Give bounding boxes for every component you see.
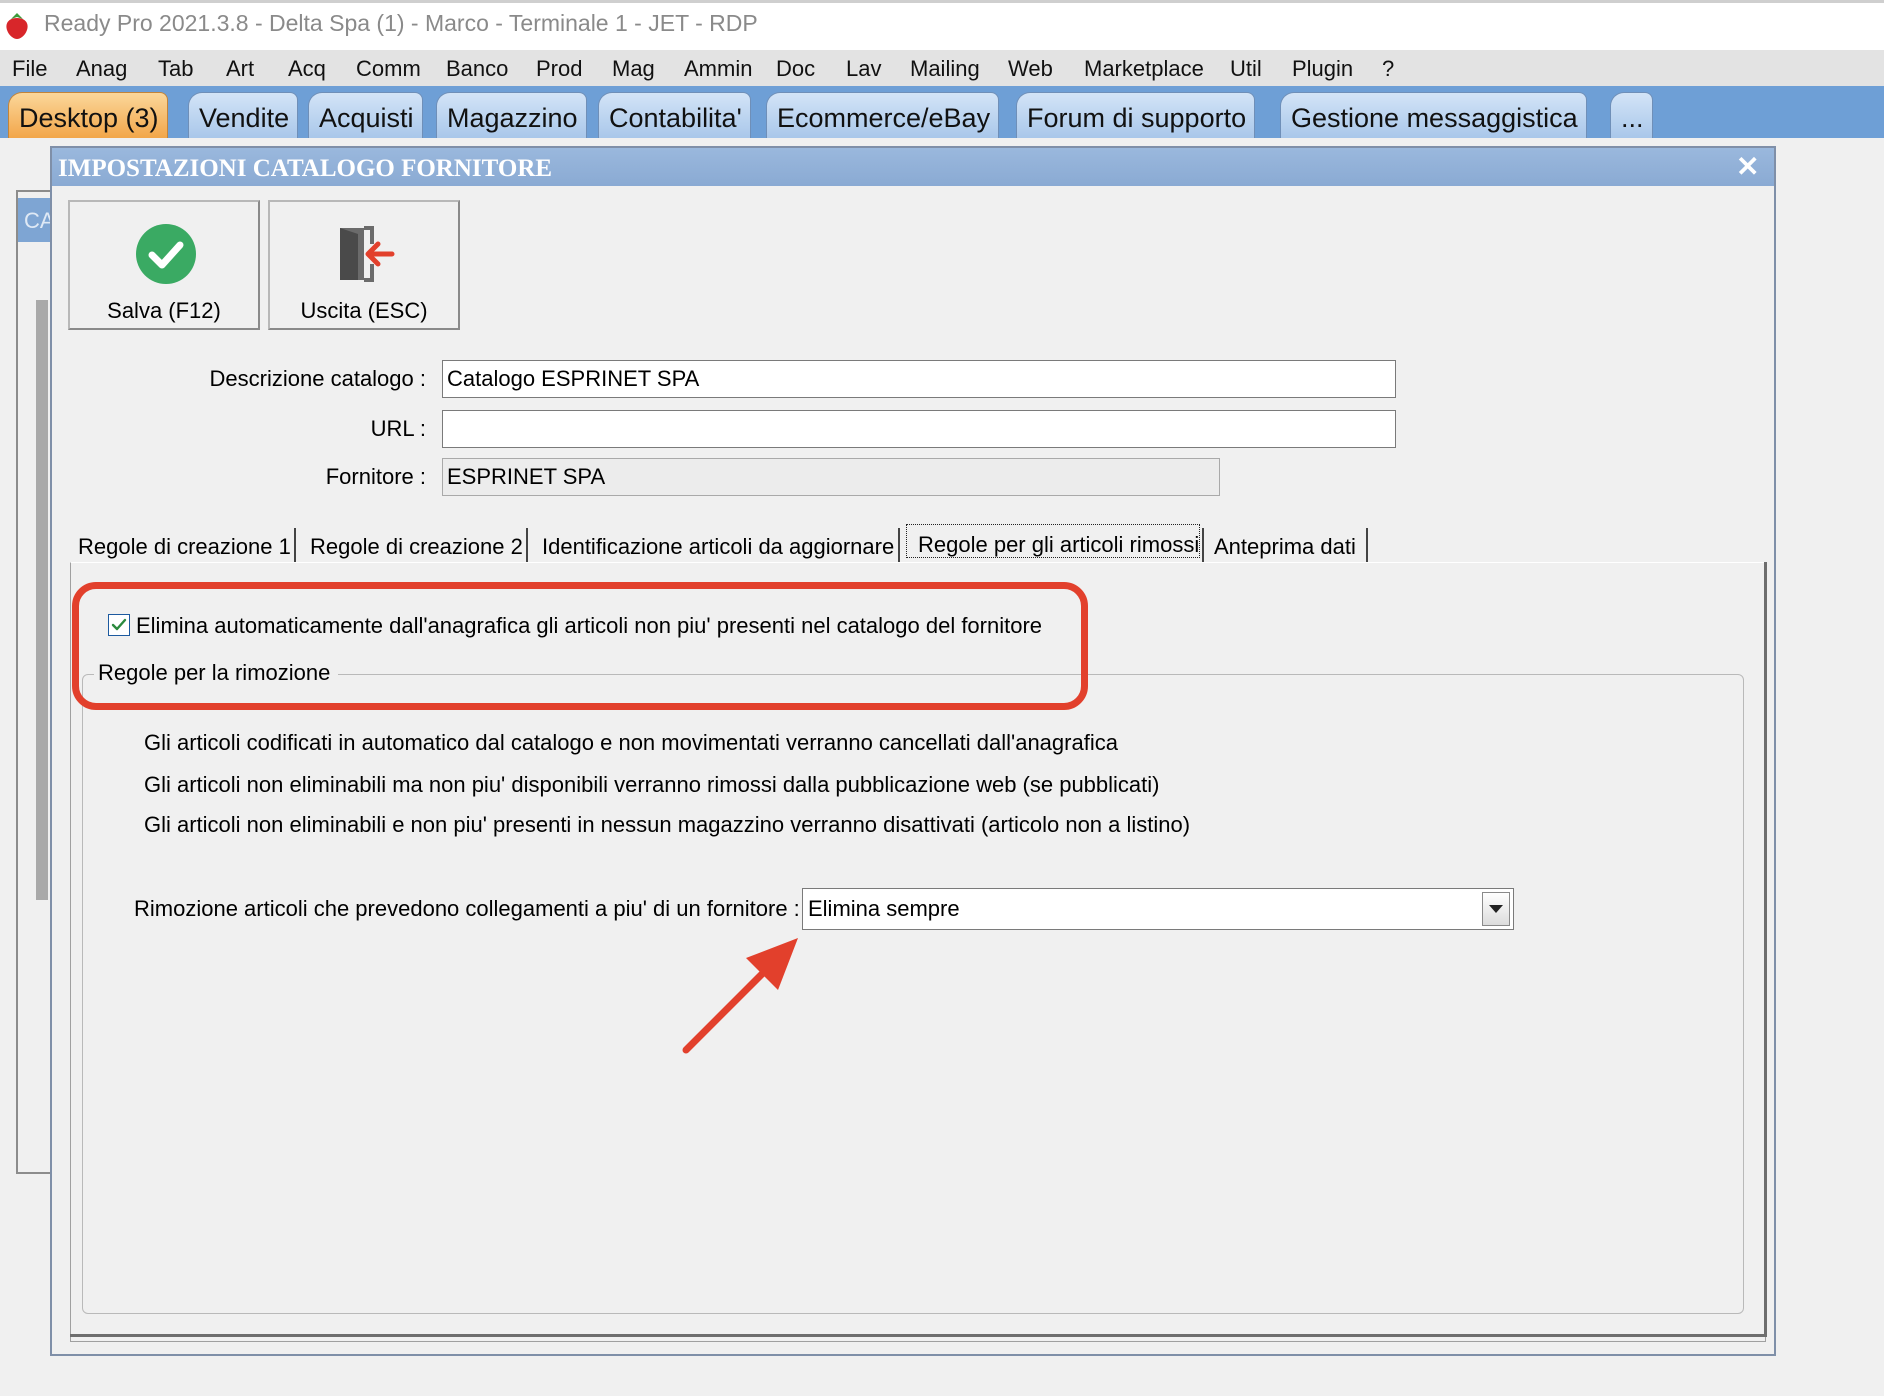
save-button[interactable]: Salva (F12): [68, 200, 260, 330]
exit-button[interactable]: Uscita (ESC): [268, 200, 460, 330]
tab-regole-creazione-1[interactable]: Regole di creazione 1: [78, 526, 291, 562]
menu-anag[interactable]: Anag: [76, 56, 127, 82]
menu-tab[interactable]: Tab: [158, 56, 193, 82]
background-scrollbar: [36, 300, 48, 900]
tab-more[interactable]: ...: [1610, 92, 1653, 138]
menu-mailing[interactable]: Mailing: [910, 56, 980, 82]
url-label: URL :: [370, 416, 426, 441]
menu-bar: File Anag Tab Art Acq Comm Banco Prod Ma…: [0, 50, 1884, 86]
menu-comm[interactable]: Comm: [356, 56, 421, 82]
menu-plugin[interactable]: Plugin: [1292, 56, 1353, 82]
menu-doc[interactable]: Doc: [776, 56, 815, 82]
menu-prod[interactable]: Prod: [536, 56, 582, 82]
save-button-label: Salva (F12): [107, 298, 221, 323]
main-tab-strip: Desktop (3) Vendite Acquisti Magazzino C…: [0, 86, 1884, 138]
descrizione-label: Descrizione catalogo :: [209, 366, 426, 391]
rule-text-1: Gli articoli codificati in automatico da…: [144, 730, 1118, 755]
tab-regole-creazione-2[interactable]: Regole di creazione 2: [310, 526, 523, 562]
tab-magazzino[interactable]: Magazzino: [436, 92, 587, 138]
dialog-title: IMPOSTAZIONI CATALOGO FORNITORE: [58, 155, 553, 182]
tab-page-shadow: [70, 1334, 1767, 1337]
tab-anteprima-dati[interactable]: Anteprima dati: [1214, 526, 1356, 562]
tab-separator: [526, 528, 528, 562]
menu-banco[interactable]: Banco: [446, 56, 508, 82]
menu-web[interactable]: Web: [1008, 56, 1053, 82]
check-circle-icon: [136, 224, 196, 284]
menu-marketplace[interactable]: Marketplace: [1084, 56, 1204, 82]
tab-separator: [1366, 528, 1368, 562]
regole-rimozione-group: [82, 674, 1744, 1314]
menu-file[interactable]: File: [12, 56, 47, 82]
annotation-highlight-box: [72, 582, 1088, 710]
rimozione-multi-fornitore-label: Rimozione articoli che prevedono collega…: [134, 896, 800, 921]
strawberry-icon: [6, 13, 28, 39]
descrizione-input[interactable]: [442, 360, 1396, 398]
window-title: Ready Pro 2021.3.8 - Delta Spa (1) - Mar…: [44, 10, 758, 36]
exit-button-label: Uscita (ESC): [300, 298, 428, 323]
annotation-arrow-icon: [682, 938, 798, 1054]
dropdown-button[interactable]: [1482, 892, 1510, 926]
tab-separator: [294, 528, 296, 562]
close-icon[interactable]: ✕: [1736, 150, 1759, 183]
tab-page-shadow: [1764, 562, 1767, 1337]
dropdown-arrow-icon: [1489, 905, 1503, 913]
menu-mag[interactable]: Mag: [612, 56, 655, 82]
tab-identificazione-articoli[interactable]: Identificazione articoli da aggiornare: [542, 526, 894, 562]
menu-ammin[interactable]: Ammin: [684, 56, 752, 82]
menu-help[interactable]: ?: [1382, 56, 1394, 82]
background-tab: CA: [18, 198, 55, 242]
fornitore-input: [442, 458, 1220, 496]
menu-acq[interactable]: Acq: [288, 56, 326, 82]
url-input[interactable]: [442, 410, 1396, 448]
tab-messaggistica[interactable]: Gestione messaggistica: [1280, 92, 1587, 138]
tab-ecommerce[interactable]: Ecommerce/eBay: [766, 92, 1000, 138]
tab-acquisti[interactable]: Acquisti: [308, 92, 423, 138]
tab-vendite[interactable]: Vendite: [188, 92, 299, 138]
rule-text-3: Gli articoli non eliminabili e non piu' …: [144, 812, 1191, 837]
rule-text-2: Gli articoli non eliminabili ma non piu'…: [144, 772, 1160, 797]
tab-separator: [898, 528, 900, 562]
menu-lav[interactable]: Lav: [846, 56, 881, 82]
tab-contabilita[interactable]: Contabilita': [598, 92, 751, 138]
menu-util[interactable]: Util: [1230, 56, 1262, 82]
rimozione-select-value: Elimina sempre: [808, 896, 960, 921]
tab-separator: [1202, 528, 1204, 562]
tab-desktop[interactable]: Desktop (3): [8, 92, 168, 138]
exit-door-icon: [340, 226, 395, 282]
tab-forum[interactable]: Forum di supporto: [1016, 92, 1256, 138]
fornitore-label: Fornitore :: [325, 464, 426, 489]
menu-art[interactable]: Art: [226, 56, 254, 82]
tab-regole-articoli-rimossi[interactable]: Regole per gli articoli rimossi: [918, 524, 1199, 560]
